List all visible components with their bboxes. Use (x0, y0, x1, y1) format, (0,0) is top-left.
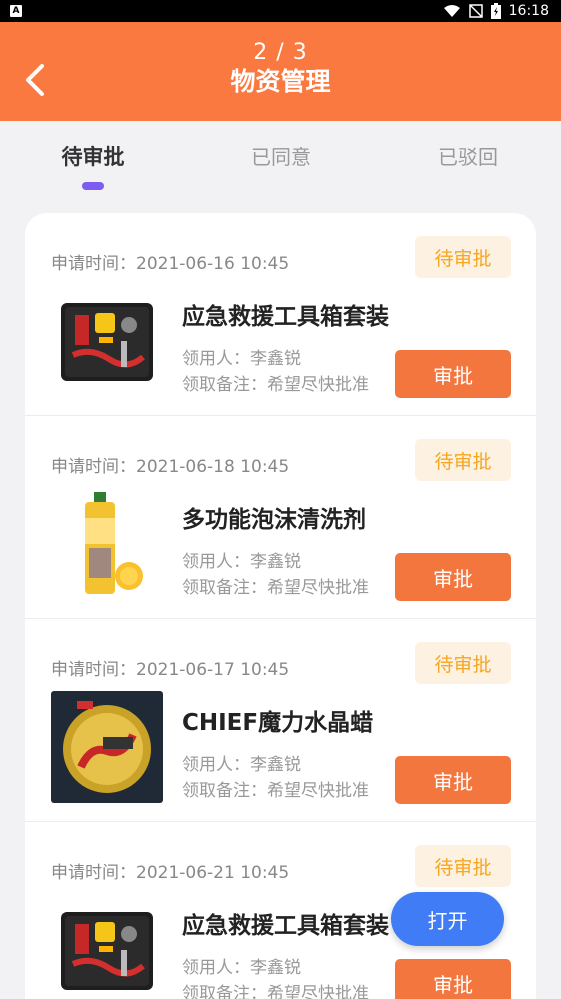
request-note: 领取备注：希望尽快批准 (182, 781, 369, 801)
approval-list[interactable]: 申请时间：2021-06-16 10:45 待审批 应急救援工具箱套装 领用人：… (25, 213, 536, 999)
toolbox-image (61, 912, 153, 990)
product-name: CHIEF魔力水晶蜡 (182, 710, 374, 736)
apply-time: 申请时间：2021-06-21 10:45 (51, 863, 290, 883)
apply-time: 申请时间：2021-06-16 10:45 (51, 254, 290, 274)
tab-pending[interactable]: 待审批 (13, 141, 173, 171)
open-fab-button[interactable]: 打开 (391, 892, 504, 946)
toolbox-image (61, 303, 153, 381)
list-item[interactable]: 申请时间：2021-06-16 10:45 待审批 应急救援工具箱套装 领用人：… (25, 213, 536, 416)
recipient-text: 领用人：李鑫锐 (182, 958, 301, 978)
apply-time: 申请时间：2021-06-17 10:45 (51, 660, 290, 680)
request-note: 领取备注：希望尽快批准 (182, 984, 369, 999)
crystal-wax-image (51, 691, 163, 803)
apply-time: 申请时间：2021-06-18 10:45 (51, 457, 290, 477)
page-title: 物资管理 (230, 67, 331, 96)
app-header: 2 / 3 物资管理 (0, 22, 561, 121)
active-tab-indicator (82, 182, 104, 190)
approve-button[interactable]: 审批 (395, 756, 511, 804)
list-item[interactable]: 申请时间：2021-06-18 10:45 待审批 多功能泡沫清洗剂 领用人：李… (25, 416, 536, 619)
status-badge: 待审批 (415, 642, 511, 684)
tab-approved[interactable]: 已同意 (201, 141, 361, 170)
status-time: 16:18 (508, 3, 549, 19)
recipient-text: 领用人：李鑫锐 (182, 552, 301, 572)
wifi-icon (443, 5, 460, 17)
status-badge: 待审批 (415, 845, 511, 887)
tab-rejected[interactable]: 已驳回 (388, 141, 548, 170)
product-name: 应急救援工具箱套装 (182, 304, 389, 330)
product-name: 应急救援工具箱套装 (182, 913, 389, 939)
tab-bar: 待审批 已同意 已驳回 (0, 121, 561, 211)
status-bar: A 16:18 (0, 0, 561, 22)
request-note: 领取备注：希望尽快批准 (182, 578, 369, 598)
foam-cleaner-image (51, 488, 163, 600)
list-item[interactable]: 申请时间：2021-06-17 10:45 待审批 CHIEF魔力水晶蜡 领用人… (25, 619, 536, 822)
status-badge: 待审批 (415, 236, 511, 278)
recipient-text: 领用人：李鑫锐 (182, 755, 301, 775)
no-signal-icon (468, 4, 483, 18)
status-badge: 待审批 (415, 439, 511, 481)
notification-icon: A (10, 5, 22, 17)
battery-icon (490, 3, 501, 19)
approve-button[interactable]: 审批 (395, 959, 511, 999)
approve-button[interactable]: 审批 (395, 553, 511, 601)
recipient-text: 领用人：李鑫锐 (182, 349, 301, 369)
request-note: 领取备注：希望尽快批准 (182, 375, 369, 395)
approve-button[interactable]: 审批 (395, 350, 511, 398)
product-name: 多功能泡沫清洗剂 (182, 507, 366, 533)
